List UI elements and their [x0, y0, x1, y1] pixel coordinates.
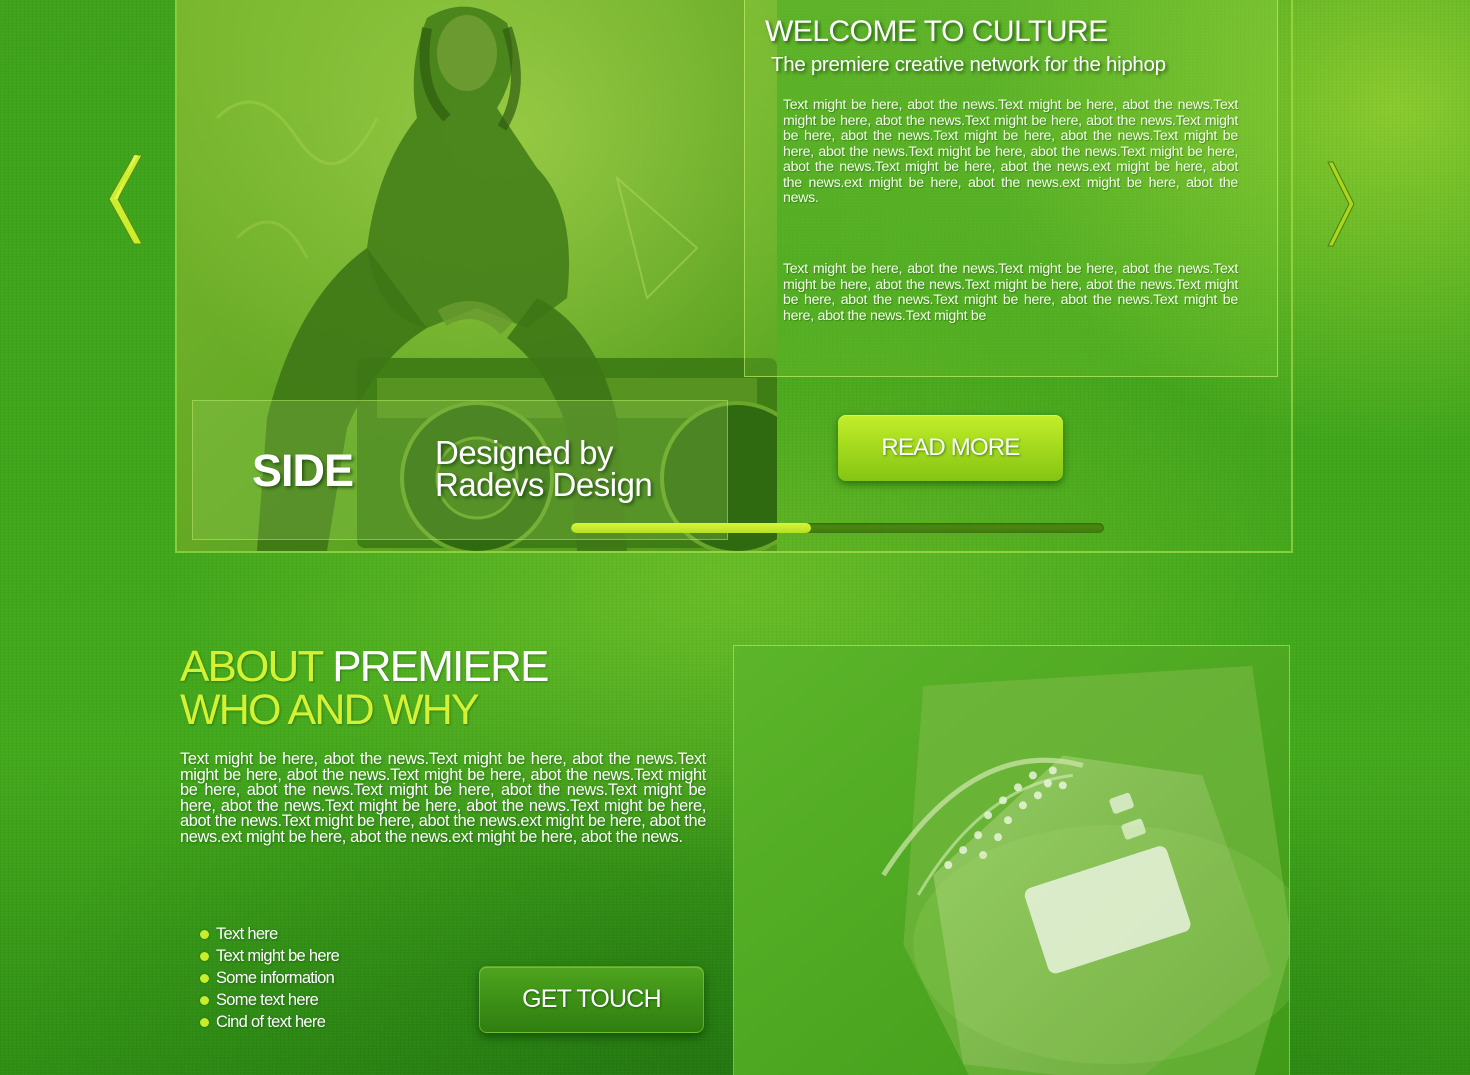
read-more-button[interactable]: READ MORE	[838, 415, 1063, 481]
slider-progress-bar	[571, 523, 1104, 533]
bullet-dot-icon	[200, 929, 209, 939]
list-item-label: Some information	[216, 968, 335, 987]
list-item-label: Text here	[216, 924, 278, 943]
side-label: SIDE	[252, 445, 354, 496]
get-touch-button[interactable]: GET TOUCH	[479, 966, 704, 1033]
bullet-dot-icon	[200, 951, 209, 961]
list-item: Some information	[200, 967, 339, 989]
chevron-left-icon[interactable]	[104, 152, 144, 247]
about-bullet-list: Text here Text might be here Some inform…	[200, 923, 340, 1034]
list-item: Cind of text here	[200, 1012, 339, 1034]
chevron-right-icon[interactable]	[1322, 152, 1362, 247]
bullet-dot-icon	[200, 996, 209, 1006]
about-heading-highlight: ABOUT	[180, 642, 324, 691]
about-paragraph: Text might be here, abot the news.Text m…	[180, 750, 706, 846]
culture-title: WELCOME TO CULTURE	[765, 15, 1108, 48]
list-item-label: Text might be here	[216, 946, 340, 965]
slider-progress-fill	[571, 523, 811, 533]
caption-panel: SIDE Designed by Radevs Design	[192, 400, 728, 540]
bullet-dot-icon	[200, 973, 209, 983]
list-item: Text might be here	[200, 945, 340, 967]
hero-slider: WELCOME TO CULTURE The premiere creative…	[175, 0, 1293, 553]
list-item-label: Some text here	[216, 991, 319, 1010]
list-item: Text here	[200, 923, 339, 945]
designer-credit: Designed by Radevs Design	[435, 434, 653, 503]
culture-paragraph: Text might be here, abot the news.Text m…	[783, 261, 1238, 324]
culture-info-box: WELCOME TO CULTURE The premiere creative…	[744, 0, 1278, 377]
list-item-label: Cind of text here	[216, 1013, 326, 1032]
bullet-dot-icon	[200, 1018, 209, 1028]
turntable-photo	[733, 645, 1290, 1075]
about-heading-rest: PREMIERE	[332, 642, 549, 691]
list-item: Some text here	[200, 990, 339, 1012]
culture-subtitle: The premiere creative network for the hi…	[771, 53, 1166, 76]
about-heading: ABOUT PREMIERE	[180, 642, 549, 692]
culture-paragraph: Text might be here, abot the news.Text m…	[783, 97, 1238, 206]
about-subheading: WHO AND WHY	[180, 686, 480, 734]
